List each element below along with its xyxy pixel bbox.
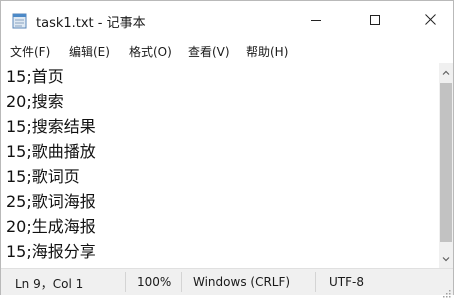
minimize-icon [311, 10, 321, 29]
line-ending: Windows (CRLF) [193, 275, 291, 289]
title-bar[interactable]: task1.txt - 记事本 [1, 1, 453, 37]
menu-format[interactable]: 格式(O) [129, 43, 172, 60]
scroll-up-arrow-icon[interactable] [439, 65, 453, 79]
text-line: 25;歌词海报 [6, 192, 96, 211]
notepad-window: task1.txt - 记事本 文件(F) 编辑(E) 格式(O) 查看(V) … [0, 0, 454, 298]
text-line: 20;搜索 [6, 92, 64, 111]
resize-grip-icon[interactable] [441, 283, 451, 298]
text-line: 20;生成海报 [6, 217, 96, 236]
menu-bar: 文件(F) 编辑(E) 格式(O) 查看(V) 帮助(H) [1, 37, 453, 63]
close-button[interactable] [407, 1, 453, 37]
maximize-button[interactable] [352, 1, 398, 37]
close-icon [424, 10, 436, 29]
menu-view[interactable]: 查看(V) [188, 43, 230, 60]
cursor-position: Ln 9，Col 1 [15, 277, 84, 291]
text-line: 15;歌曲播放 [6, 142, 96, 161]
scrollbar-thumb[interactable] [440, 83, 452, 242]
menu-help[interactable]: 帮助(H) [246, 43, 288, 60]
notepad-icon [12, 13, 27, 29]
status-bar: Ln 9，Col 1 100% Windows (CRLF) UTF-8 [1, 268, 453, 298]
menu-edit[interactable]: 编辑(E) [69, 43, 110, 60]
vertical-scrollbar[interactable] [439, 63, 453, 268]
text-editor[interactable]: 15;首页 20;搜索 15;搜索结果 15;歌曲播放 15;歌词页 25;歌词… [1, 63, 439, 268]
text-line: 15;搜索结果 [6, 117, 96, 136]
minimize-button[interactable] [293, 1, 339, 37]
zoom-level: 100% [137, 275, 172, 289]
status-divider [181, 272, 182, 292]
status-divider [125, 272, 126, 292]
text-line: 15;海报分享 [6, 242, 96, 261]
maximize-icon [370, 10, 380, 29]
scroll-down-arrow-icon[interactable] [439, 251, 453, 265]
window-title: task1.txt - 记事本 [36, 16, 146, 31]
encoding: UTF-8 [329, 275, 364, 289]
text-line: 15;歌词页 [6, 167, 80, 186]
menu-file[interactable]: 文件(F) [10, 43, 50, 60]
text-line: 15;首页 [6, 67, 64, 86]
status-divider [315, 272, 316, 292]
